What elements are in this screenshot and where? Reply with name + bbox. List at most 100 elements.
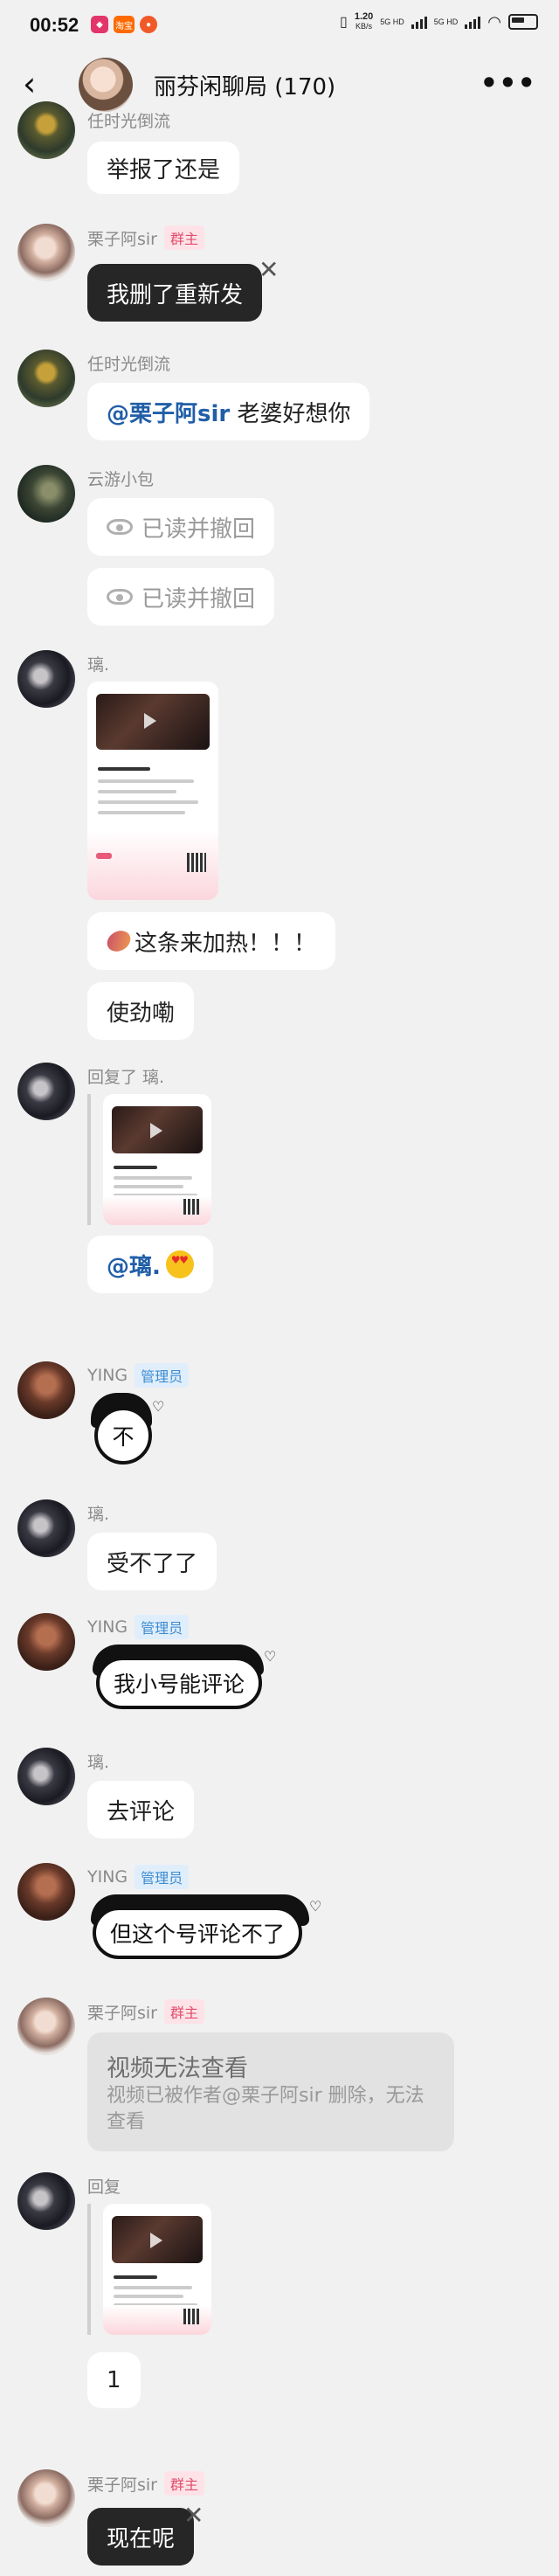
- status-right: ▯ 1.20 KB/s 5G HD 5G HD ◠: [340, 12, 538, 31]
- qr-icon: [183, 2309, 199, 2324]
- avatar[interactable]: [17, 224, 75, 281]
- reply-label: 回复: [87, 2178, 121, 2197]
- message-bubble[interactable]: 去评论: [87, 1781, 195, 1839]
- message-bubble[interactable]: 这条来加热！！！: [87, 912, 336, 970]
- group-title: 丽芬闲聊局 (170): [154, 74, 336, 100]
- sender-name: 璃.: [87, 1505, 110, 1524]
- net-speed: 1.20 KB/s: [354, 11, 374, 31]
- sender-name: YING: [87, 1366, 128, 1385]
- sender-name: 璃.: [87, 1753, 110, 1772]
- avatar[interactable]: [17, 1998, 75, 2055]
- avatar[interactable]: [17, 1361, 75, 1419]
- invalid-desc: 视频已被作者@栗子阿sir 删除，无法查看: [107, 2084, 424, 2133]
- avatar[interactable]: [17, 101, 75, 159]
- sender-name: YING: [87, 1867, 128, 1887]
- sender-name-row: 栗子阿sir 群主: [87, 1999, 205, 2024]
- avatar[interactable]: [17, 1063, 75, 1120]
- recall-bubble[interactable]: 已读并撤回: [87, 498, 275, 556]
- close-icon: ✕: [259, 255, 280, 284]
- message-bubble[interactable]: 我删了重新发: [87, 264, 263, 322]
- sender-name: 栗子阿sir: [87, 229, 157, 249]
- message-bubble[interactable]: 使劲嘞: [87, 982, 195, 1040]
- qr-icon: [187, 853, 206, 872]
- group-avatar[interactable]: [79, 58, 133, 112]
- sender-name: 云游小包: [87, 470, 155, 489]
- signal-2-icon: [465, 15, 481, 29]
- qr-icon: [183, 1199, 199, 1215]
- message-bubble[interactable]: 举报了还是: [87, 142, 240, 194]
- quote-bar: [87, 1094, 91, 1225]
- invalid-video-bubble[interactable]: 视频无法查看 视频已被作者@栗子阿sir 删除，无法查看: [87, 2032, 454, 2151]
- signal-2-label: 5G HD: [433, 17, 459, 26]
- message-bubble[interactable]: @璃.: [87, 1236, 213, 1293]
- sticker[interactable]: 我小号能评论 ♡: [87, 1645, 280, 1723]
- admin-badge: 管理员: [135, 1615, 190, 1639]
- sticker[interactable]: 但这个号评论不了 ♡: [87, 1894, 323, 1973]
- avatar[interactable]: [17, 1863, 75, 1921]
- owner-badge: 群主: [164, 2471, 205, 2496]
- app-icon: ◆: [91, 16, 108, 33]
- admin-badge: 管理员: [135, 1363, 190, 1388]
- sender-name: 任时光倒流: [87, 112, 171, 131]
- recall-bubble[interactable]: 已读并撤回: [87, 568, 275, 626]
- sender-name-row: YING 管理员: [87, 1865, 190, 1889]
- avatar[interactable]: [17, 650, 75, 708]
- quoted-card[interactable]: [103, 1094, 211, 1225]
- sender-name-row: YING 管理员: [87, 1363, 190, 1388]
- message-bubble[interactable]: @栗子阿sir 老婆好想你: [87, 383, 370, 440]
- sender-name-row: 栗子阿sir 群主: [87, 2471, 205, 2496]
- status-time: 00:52: [30, 14, 79, 36]
- owner-badge: 群主: [164, 225, 205, 250]
- sender-name: 璃.: [87, 655, 110, 675]
- chat-header: ‹ 丽芬闲聊局 (170) •••: [0, 49, 559, 119]
- wifi-icon: ◠: [487, 12, 501, 31]
- video-thumbnail: [96, 694, 210, 750]
- reply-label: 回复了 璃.: [87, 1068, 165, 1087]
- heart-eyes-emoji: [165, 1250, 194, 1278]
- sender-name: 任时光倒流: [87, 355, 171, 374]
- eye-icon: [107, 519, 133, 535]
- heart-icon: ♡: [152, 1398, 165, 1415]
- more-icon[interactable]: •••: [480, 66, 536, 100]
- owner-badge: 群主: [164, 1999, 205, 2024]
- avatar[interactable]: [17, 2469, 75, 2527]
- avatar[interactable]: [17, 2172, 75, 2230]
- quote-bar: [87, 2204, 91, 2335]
- signal-1-icon: [411, 15, 427, 29]
- eye-icon: [107, 589, 133, 605]
- status-app-icons: ◆ 淘宝 ●: [91, 16, 157, 33]
- video-share-card[interactable]: [87, 682, 218, 900]
- sender-name: 栗子阿sir: [87, 2003, 157, 2023]
- status-bar: 00:52 ◆ 淘宝 ● ▯ 1.20 KB/s 5G HD 5G HD ◠: [0, 0, 559, 49]
- sender-name: 栗子阿sir: [87, 2475, 157, 2495]
- message-bubble[interactable]: 1: [87, 2352, 141, 2408]
- message-text: 老婆好想你: [230, 400, 351, 427]
- avatar[interactable]: [17, 1499, 75, 1557]
- admin-badge: 管理员: [135, 1865, 190, 1889]
- vibrate-icon: ▯: [340, 15, 348, 30]
- mention[interactable]: @栗子阿sir: [107, 396, 230, 428]
- message-bubble[interactable]: 现在呢: [87, 2508, 195, 2566]
- sender-name-row: YING 管理员: [87, 1615, 190, 1639]
- message-bubble[interactable]: 受不了了: [87, 1533, 217, 1590]
- recall-text: 已读并撤回: [141, 516, 256, 543]
- app-icon: ●: [140, 16, 157, 33]
- quoted-card[interactable]: [103, 2204, 211, 2335]
- invalid-title: 视频无法查看: [107, 2054, 248, 2082]
- sweet-potato-emoji: [103, 926, 135, 956]
- heart-icon: ♡: [309, 1898, 322, 1915]
- heart-icon: ♡: [264, 1648, 277, 1665]
- signal-1-label: 5G HD: [380, 17, 404, 26]
- close-icon: ✕: [183, 2501, 204, 2530]
- mention[interactable]: @璃.: [107, 1249, 161, 1281]
- sender-name-row: 栗子阿sir 群主: [87, 225, 205, 250]
- recall-text: 已读并撤回: [141, 585, 256, 613]
- avatar[interactable]: [17, 465, 75, 523]
- battery-icon: [508, 14, 538, 30]
- avatar[interactable]: [17, 1613, 75, 1671]
- avatar[interactable]: [17, 1748, 75, 1805]
- back-arrow-icon[interactable]: ‹: [23, 65, 52, 103]
- sticker[interactable]: 不 ♡: [87, 1393, 166, 1472]
- taobao-icon: 淘宝: [114, 16, 135, 33]
- avatar[interactable]: [17, 350, 75, 407]
